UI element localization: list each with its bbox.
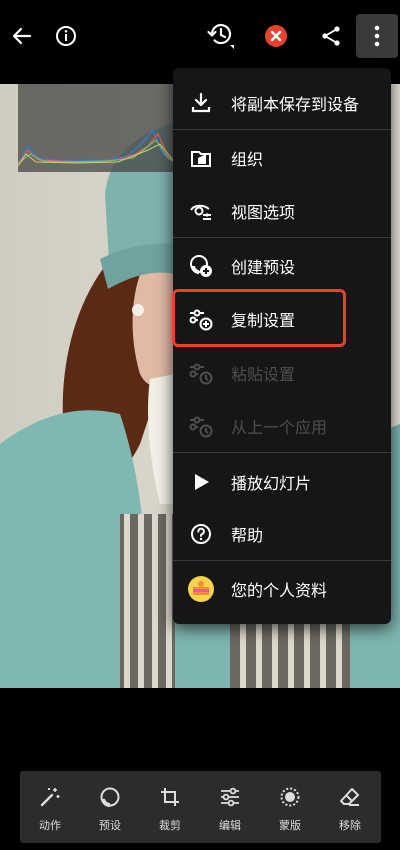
tool-label: 预设	[99, 819, 121, 832]
bottom-toolbar: 动作 预设 裁剪 编辑 蒙版 移除	[20, 771, 381, 843]
paste-settings-icon	[187, 359, 215, 387]
apply-previous-icon	[187, 412, 215, 440]
menu-item-save-copy[interactable]: 将副本保存到设备	[173, 77, 391, 129]
histogram-panel	[17, 84, 179, 172]
menu-item-label: 将副本保存到设备	[231, 95, 360, 114]
magic-wand-icon	[38, 785, 62, 809]
histogram-graph	[17, 128, 179, 167]
menu-item-organize[interactable]: 组织	[173, 132, 391, 184]
menu-item-label: 您的个人资料	[231, 581, 328, 600]
eye-settings-icon	[187, 197, 215, 225]
play-icon	[187, 468, 215, 496]
top-bar	[0, 0, 400, 74]
back-arrow-icon[interactable]	[4, 18, 40, 54]
tool-label: 蒙版	[279, 819, 301, 832]
menu-item-view-options[interactable]: 视图选项	[173, 185, 391, 237]
tool-label: 裁剪	[159, 819, 181, 832]
tool-label: 移除	[339, 819, 361, 832]
tool-actions[interactable]: 动作	[20, 771, 80, 843]
menu-divider	[173, 129, 391, 130]
info-icon[interactable]	[48, 18, 84, 54]
menu-item-paste-settings: 粘贴设置	[173, 347, 391, 399]
sliders-icon	[218, 785, 242, 809]
close-badge-icon[interactable]	[258, 18, 294, 54]
tool-edit[interactable]: 编辑	[200, 771, 260, 843]
tool-remove[interactable]: 移除	[320, 771, 380, 843]
menu-item-label: 帮助	[231, 526, 264, 545]
menu-divider	[173, 560, 391, 561]
help-icon	[187, 520, 215, 548]
eraser-icon	[338, 785, 362, 809]
menu-item-slideshow[interactable]: 播放幻灯片	[173, 456, 391, 508]
folder-icon	[187, 144, 215, 172]
tool-label: 动作	[39, 819, 61, 832]
menu-item-label: 组织	[231, 150, 264, 169]
preset-icon	[98, 785, 122, 809]
menu-divider	[173, 237, 391, 238]
menu-item-apply-previous: 从上一个应用	[173, 400, 391, 452]
menu-item-profile[interactable]: 您的个人资料	[173, 563, 391, 615]
download-icon	[187, 89, 215, 117]
crop-icon	[158, 785, 182, 809]
profile-avatar-icon	[187, 575, 215, 603]
tool-label: 编辑	[219, 819, 241, 832]
menu-item-label: 创建预设	[231, 258, 296, 277]
tool-presets[interactable]: 预设	[80, 771, 140, 843]
menu-divider	[173, 452, 391, 453]
more-vertical-icon	[374, 25, 380, 47]
menu-item-label: 粘贴设置	[231, 365, 296, 384]
menu-item-label: 视图选项	[231, 203, 296, 222]
share-icon[interactable]	[313, 18, 349, 54]
history-icon[interactable]	[203, 18, 239, 54]
more-options-button[interactable]	[356, 14, 398, 58]
menu-item-label: 从上一个应用	[231, 418, 328, 437]
highlight-box	[172, 289, 346, 347]
menu-item-label: 播放幻灯片	[231, 474, 312, 493]
tool-crop[interactable]: 裁剪	[140, 771, 200, 843]
create-preset-icon	[187, 252, 215, 280]
menu-item-help[interactable]: 帮助	[173, 508, 391, 560]
tool-mask[interactable]: 蒙版	[260, 771, 320, 843]
mask-icon	[278, 785, 302, 809]
menu-item-create-preset[interactable]: 创建预设	[173, 240, 391, 292]
